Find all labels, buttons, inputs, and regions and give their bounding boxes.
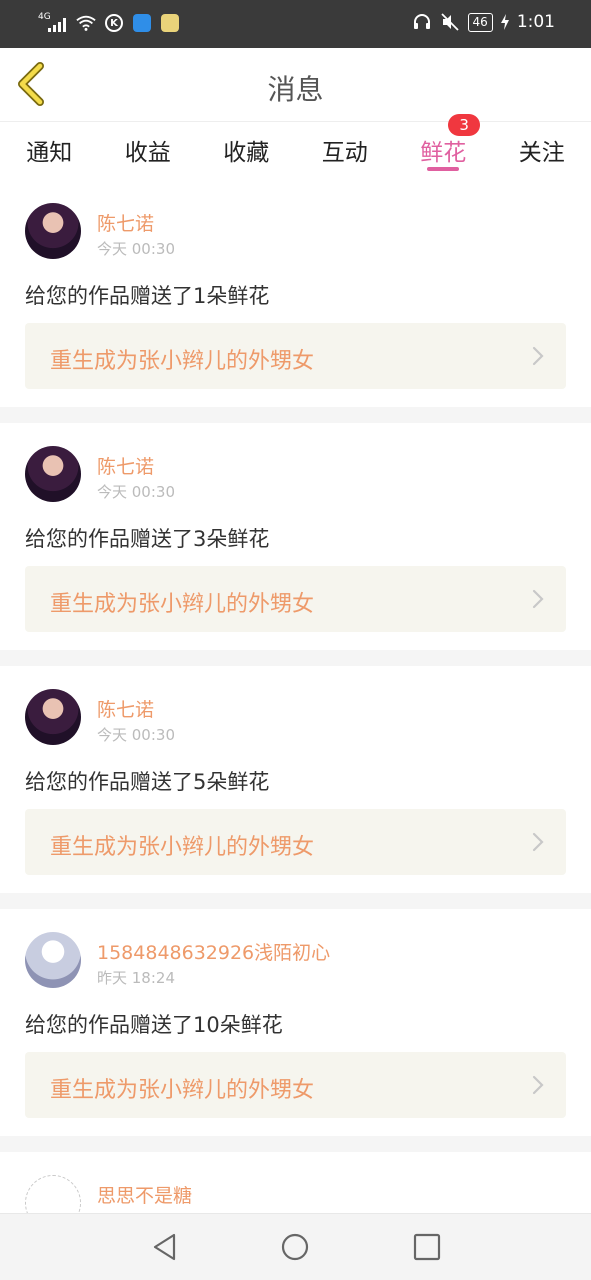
message-card: 1584848632926浅陌初心 昨天 18:24 给您的作品赠送了10朵鲜花…: [0, 909, 591, 1152]
k-app-icon: K: [104, 13, 124, 33]
sender-name[interactable]: 陈七诺: [97, 452, 154, 479]
status-time: 1:01: [516, 12, 555, 32]
work-link[interactable]: 重生成为张小辫儿的外甥女: [25, 323, 566, 389]
blue-app-icon: [132, 13, 152, 33]
work-link[interactable]: 重生成为张小辫儿的外甥女: [25, 566, 566, 632]
message-time: 昨天 18:24: [97, 969, 175, 987]
battery-icon: 46: [467, 12, 493, 32]
back-triangle-icon[interactable]: [150, 1232, 180, 1262]
sender-name[interactable]: 陈七诺: [97, 695, 154, 722]
message-text: 给您的作品赠送了3朵鲜花: [25, 527, 270, 551]
message-card: 思思不是糖: [0, 1152, 591, 1231]
work-title: 重生成为张小辫儿的外甥女: [50, 592, 315, 617]
tab-bar: 通知 收益 收藏 互动 鲜花 3 关注: [0, 114, 591, 180]
message-text: 给您的作品赠送了1朵鲜花: [25, 284, 270, 308]
message-list: 陈七诺 今天 00:30 给您的作品赠送了1朵鲜花 重生成为张小辫儿的外甥女 陈…: [0, 180, 591, 1231]
chevron-right-icon: [532, 589, 544, 609]
tab-earnings[interactable]: 收益: [99, 122, 198, 180]
avatar[interactable]: [25, 689, 81, 745]
chevron-right-icon: [532, 832, 544, 852]
headset-icon: [412, 12, 432, 32]
active-tab-indicator: [427, 167, 460, 171]
mute-icon: [440, 12, 460, 32]
unread-badge: 3: [448, 114, 481, 136]
tab-following[interactable]: 关注: [493, 122, 591, 180]
tab-interactions[interactable]: 互动: [296, 122, 395, 180]
work-title: 重生成为张小辫儿的外甥女: [50, 1078, 315, 1103]
avatar[interactable]: [25, 446, 81, 502]
message-text: 给您的作品赠送了10朵鲜花: [25, 1013, 283, 1037]
tab-label: 通知: [26, 140, 73, 166]
tab-label: 互动: [321, 140, 368, 166]
message-card: 陈七诺 今天 00:30 给您的作品赠送了1朵鲜花 重生成为张小辫儿的外甥女: [0, 180, 591, 423]
chevron-right-icon: [532, 1075, 544, 1095]
message-card: 陈七诺 今天 00:30 给您的作品赠送了5朵鲜花 重生成为张小辫儿的外甥女: [0, 666, 591, 909]
sender-name[interactable]: 思思不是糖: [97, 1181, 192, 1208]
tab-favorites[interactable]: 收藏: [197, 122, 296, 180]
status-bar: 4G K 46 1:01: [0, 0, 591, 48]
message-time: 今天 00:30: [97, 240, 175, 258]
status-right: 46 1:01: [412, 12, 555, 32]
work-link[interactable]: 重生成为张小辫儿的外甥女: [25, 1052, 566, 1118]
signal-icon: 4G: [38, 12, 68, 34]
message-text: 给您的作品赠送了5朵鲜花: [25, 770, 270, 794]
sender-name[interactable]: 1584848632926浅陌初心: [97, 938, 330, 965]
tab-label: 收藏: [223, 140, 270, 166]
page-title: 消息: [267, 73, 324, 106]
message-time: 今天 00:30: [97, 726, 175, 744]
charging-icon: [500, 12, 509, 32]
tab-notifications[interactable]: 通知: [0, 122, 99, 180]
tab-label: 鲜花: [420, 140, 467, 166]
avatar[interactable]: [25, 203, 81, 259]
chevron-right-icon: [532, 346, 544, 366]
avatar[interactable]: [25, 932, 81, 988]
yellow-app-icon: [160, 13, 180, 33]
message-time: 今天 00:30: [97, 483, 175, 501]
work-link[interactable]: 重生成为张小辫儿的外甥女: [25, 809, 566, 875]
home-circle-icon[interactable]: [280, 1232, 310, 1262]
wifi-icon: [76, 13, 96, 33]
tab-label: 关注: [518, 140, 565, 166]
sender-name[interactable]: 陈七诺: [97, 209, 154, 236]
app-header: 消息: [0, 48, 591, 122]
status-left: 4G K: [38, 12, 180, 34]
tab-label: 收益: [124, 140, 171, 166]
work-title: 重生成为张小辫儿的外甥女: [50, 835, 315, 860]
message-card: 陈七诺 今天 00:30 给您的作品赠送了3朵鲜花 重生成为张小辫儿的外甥女: [0, 423, 591, 666]
tab-flowers[interactable]: 鲜花 3: [394, 114, 493, 180]
recents-square-icon[interactable]: [412, 1232, 442, 1262]
work-title: 重生成为张小辫儿的外甥女: [50, 349, 315, 374]
system-nav-bar: [0, 1213, 591, 1280]
